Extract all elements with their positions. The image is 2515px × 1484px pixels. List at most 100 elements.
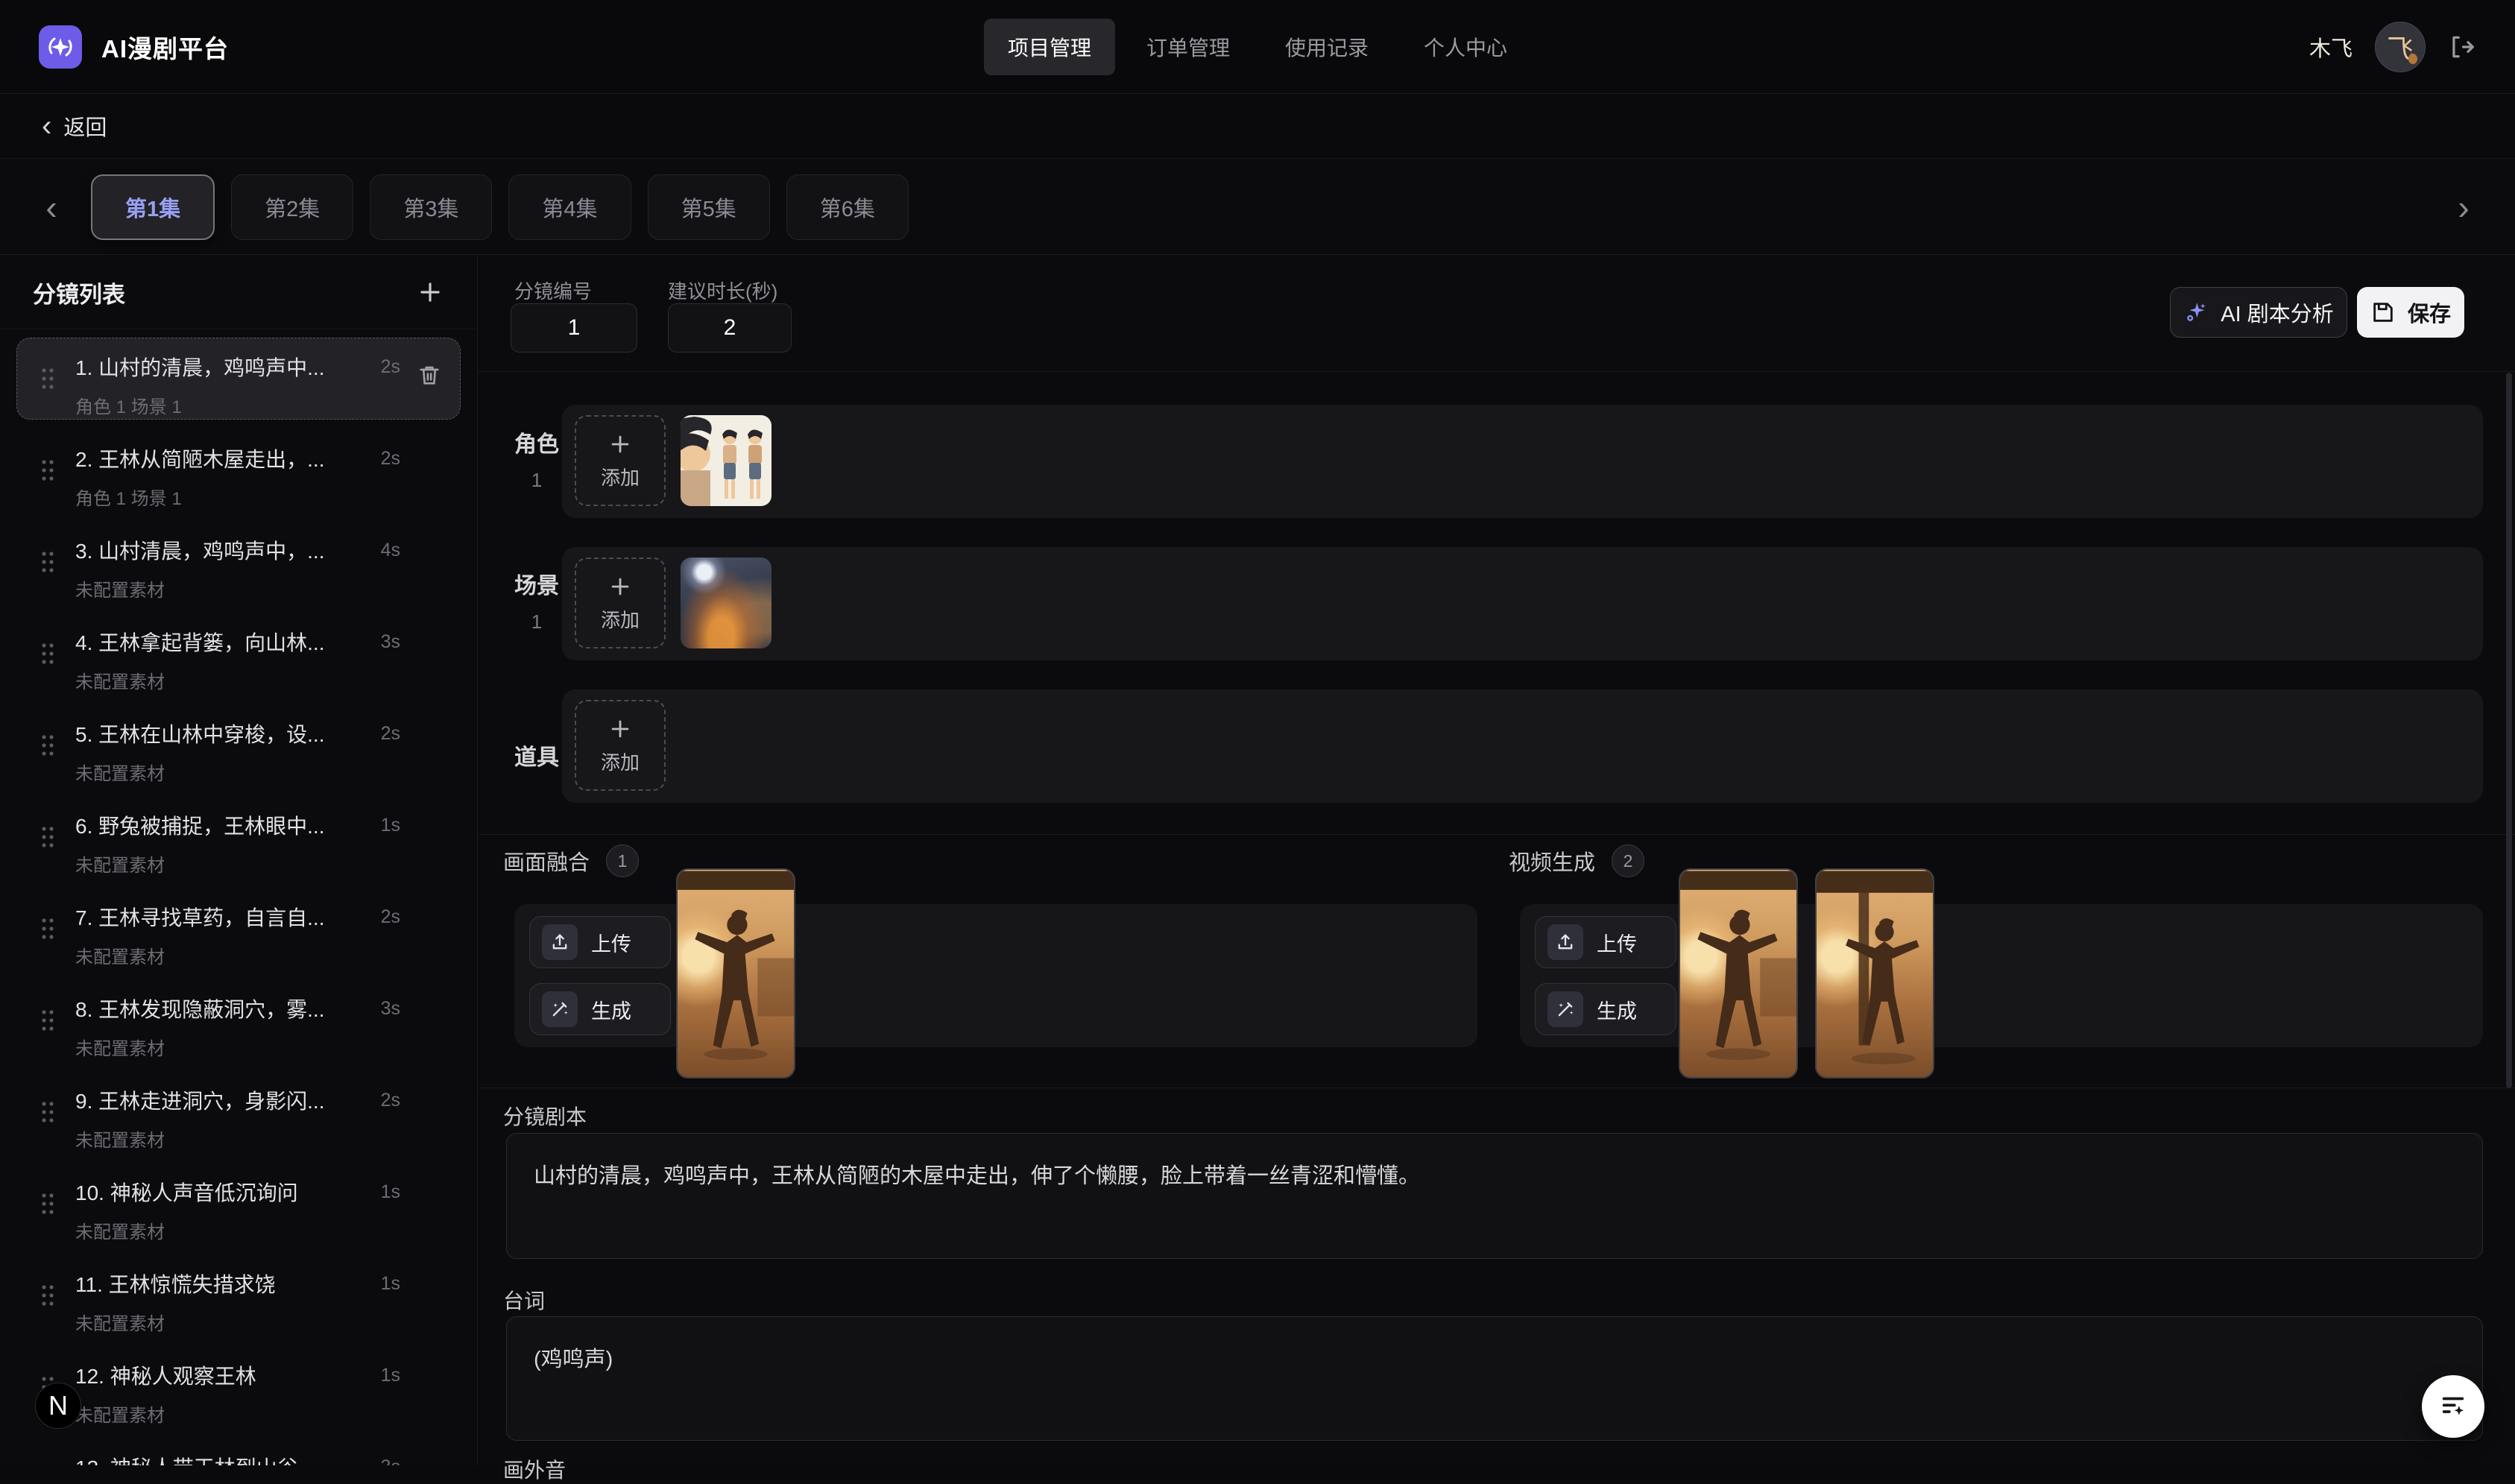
shot-list-item[interactable]: 2. 王林从简陋木屋走出，... 角色 1 场景 1 2s <box>16 429 461 511</box>
dialogue-textarea[interactable]: (鸡鸣声) <box>506 1316 2483 1441</box>
shot-list-title: 分镜列表 <box>33 276 125 309</box>
back-chevron-icon: ‹ <box>42 111 51 141</box>
shot-list-item[interactable]: 8. 王林发现隐蔽洞穴，雾... 未配置素材 3s <box>16 979 461 1061</box>
tabs-scroll-right-icon[interactable]: › <box>2445 187 2482 227</box>
nav-item[interactable]: 订单管理 <box>1123 19 1254 75</box>
app-title: AI漫剧平台 <box>101 29 229 65</box>
shot-list-item[interactable]: 9. 王林走进洞穴，身影闪... 未配置素材 2s <box>16 1071 461 1153</box>
scene-thumbnail[interactable] <box>681 558 771 648</box>
shot-number-input[interactable] <box>511 303 637 353</box>
episode-tab[interactable]: 第2集 <box>231 174 353 240</box>
editor-scrollbar[interactable] <box>2506 373 2512 1088</box>
shot-meta: 未配置素材 <box>75 1401 165 1427</box>
drag-handle-icon[interactable] <box>40 824 56 850</box>
fusion-image-thumbnail[interactable] <box>676 868 795 1079</box>
nav-item[interactable]: 项目管理 <box>984 19 1115 75</box>
drag-handle-icon[interactable] <box>40 1099 56 1125</box>
voiceover-label: 画外音 <box>503 1454 566 1484</box>
shot-duration: 2s <box>381 356 400 378</box>
shot-title: 8. 王林发现隐蔽洞穴，雾... <box>75 994 363 1023</box>
drag-handle-icon[interactable] <box>40 733 56 758</box>
plus-icon <box>608 716 633 742</box>
shot-title: 5. 王林在山林中穿梭，设... <box>75 719 363 748</box>
shot-meta: 未配置素材 <box>75 850 165 877</box>
nav-item[interactable]: 使用记录 <box>1261 19 1392 75</box>
username: 木飞 <box>2309 31 2353 63</box>
shot-title: 9. 王林走进洞穴，身影闪... <box>75 1085 363 1115</box>
shot-list-item[interactable]: 13. 神秘人带王林到山谷，... 未配置素材 3s <box>16 1438 461 1465</box>
shot-list-item[interactable]: 4. 王林拿起背篓，向山林... 未配置素材 3s <box>16 613 461 695</box>
shot-meta: 角色 1 场景 1 <box>75 484 182 510</box>
episode-tab[interactable]: 第1集 <box>91 174 215 240</box>
ai-button-label: AI 剧本分析 <box>2221 297 2333 328</box>
shot-list: 1. 山村的清晨，鸡鸣声中... 角色 1 场景 1 2s 2. 王林从简陋木屋… <box>16 338 461 1465</box>
shot-title: 3. 山村清晨，鸡鸣声中，... <box>75 535 363 565</box>
shot-title: 6. 野兔被捕捉，王林眼中... <box>75 810 363 840</box>
fusion-generate-button[interactable]: 生成 <box>529 983 671 1035</box>
drag-handle-icon[interactable] <box>40 916 56 941</box>
shot-meta: 未配置素材 <box>75 1034 165 1060</box>
save-button[interactable]: 保存 <box>2357 287 2464 338</box>
drag-handle-icon[interactable] <box>40 366 56 391</box>
add-scene-button[interactable]: 添加 <box>575 558 666 648</box>
add-prop-button[interactable]: 添加 <box>575 700 666 791</box>
shot-title: 2. 王林从简陋木屋走出，... <box>75 443 363 473</box>
character-thumbnail[interactable] <box>681 415 771 506</box>
shot-duration: 1s <box>381 1365 400 1386</box>
drag-handle-icon[interactable] <box>40 549 56 575</box>
shot-list-item[interactable]: 7. 王林寻找草药，自言自... 未配置素材 2s <box>16 888 461 970</box>
video-thumbnail-1[interactable] <box>1679 868 1798 1079</box>
fusion-panel: 上传 生成 <box>514 904 1477 1047</box>
ai-script-analysis-button[interactable]: AI 剧本分析 <box>2170 287 2347 338</box>
plus-icon <box>608 574 633 599</box>
shot-list-item[interactable]: 1. 山村的清晨，鸡鸣声中... 角色 1 场景 1 2s <box>16 338 461 420</box>
scene-asset-box: 添加 <box>562 547 2483 660</box>
episode-tab[interactable]: 第5集 <box>648 174 770 240</box>
drag-handle-icon[interactable] <box>40 1283 56 1308</box>
shot-duration: 1s <box>381 815 400 836</box>
shot-list-sidebar: 分镜列表 1. 山村的清晨，鸡鸣声中... 角色 1 场景 1 2s <box>0 256 478 1465</box>
fusion-count-badge: 1 <box>606 844 639 877</box>
video-generate-button[interactable]: 生成 <box>1535 983 1676 1035</box>
episode-tab[interactable]: 第6集 <box>786 174 909 240</box>
shot-meta: 未配置素材 <box>75 1309 165 1335</box>
duration-input[interactable] <box>668 303 792 353</box>
shot-duration: 1s <box>381 1181 400 1203</box>
episode-tab[interactable]: 第3集 <box>370 174 492 240</box>
shot-list-item[interactable]: 11. 王林惊慌失措求饶 未配置素材 1s <box>16 1254 461 1336</box>
add-character-button[interactable]: 添加 <box>575 415 666 506</box>
character-row-label: 角色 1 <box>511 426 563 492</box>
add-shot-button[interactable] <box>416 278 444 306</box>
delete-shot-icon[interactable] <box>417 362 442 388</box>
video-upload-button[interactable]: 上传 <box>1535 916 1676 968</box>
shot-list-item[interactable]: 10. 神秘人声音低沉询问 未配置素材 1s <box>16 1163 461 1245</box>
n-dev-badge[interactable]: N <box>35 1383 81 1429</box>
shot-title: 1. 山村的清晨，鸡鸣声中... <box>75 352 363 382</box>
shot-list-item[interactable]: 6. 野兔被捕捉，王林眼中... 未配置素材 1s <box>16 796 461 878</box>
shot-list-item[interactable]: 5. 王林在山林中穿梭，设... 未配置素材 2s <box>16 704 461 786</box>
drag-handle-icon[interactable] <box>40 1008 56 1033</box>
shot-meta: 未配置素材 <box>75 759 165 785</box>
upload-icon <box>1547 924 1583 960</box>
duration-label: 建议时长(秒) <box>668 277 777 304</box>
fusion-upload-button[interactable]: 上传 <box>529 916 671 968</box>
shot-duration: 1s <box>381 1273 400 1295</box>
back-button[interactable]: 返回 <box>63 110 107 142</box>
drag-handle-icon[interactable] <box>40 458 56 483</box>
drag-handle-icon[interactable] <box>40 1191 56 1216</box>
shot-list-item[interactable]: 3. 山村清晨，鸡鸣声中，... 未配置素材 4s <box>16 521 461 603</box>
logout-icon[interactable] <box>2448 33 2476 61</box>
nav-item[interactable]: 个人中心 <box>1400 19 1531 75</box>
ai-panel-fab[interactable] <box>2422 1375 2484 1438</box>
drag-handle-icon[interactable] <box>40 641 56 666</box>
episode-tab[interactable]: 第4集 <box>508 174 631 240</box>
shot-meta: 未配置素材 <box>75 1217 165 1243</box>
avatar[interactable]: 飞 <box>2375 22 2426 72</box>
upload-icon <box>542 924 578 960</box>
back-row: ‹ 返回 <box>0 94 2515 159</box>
shot-list-item[interactable]: 12. 神秘人观察王林 未配置素材 1s <box>16 1346 461 1428</box>
tabs-scroll-left-icon[interactable]: ‹ <box>33 187 70 227</box>
script-textarea[interactable]: 山村的清晨，鸡鸣声中，王林从简陋的木屋中走出，伸了个懒腰，脸上带着一丝青涩和懵懂… <box>506 1133 2483 1259</box>
save-button-label: 保存 <box>2408 297 2451 328</box>
video-thumbnail-2[interactable] <box>1815 868 1934 1079</box>
